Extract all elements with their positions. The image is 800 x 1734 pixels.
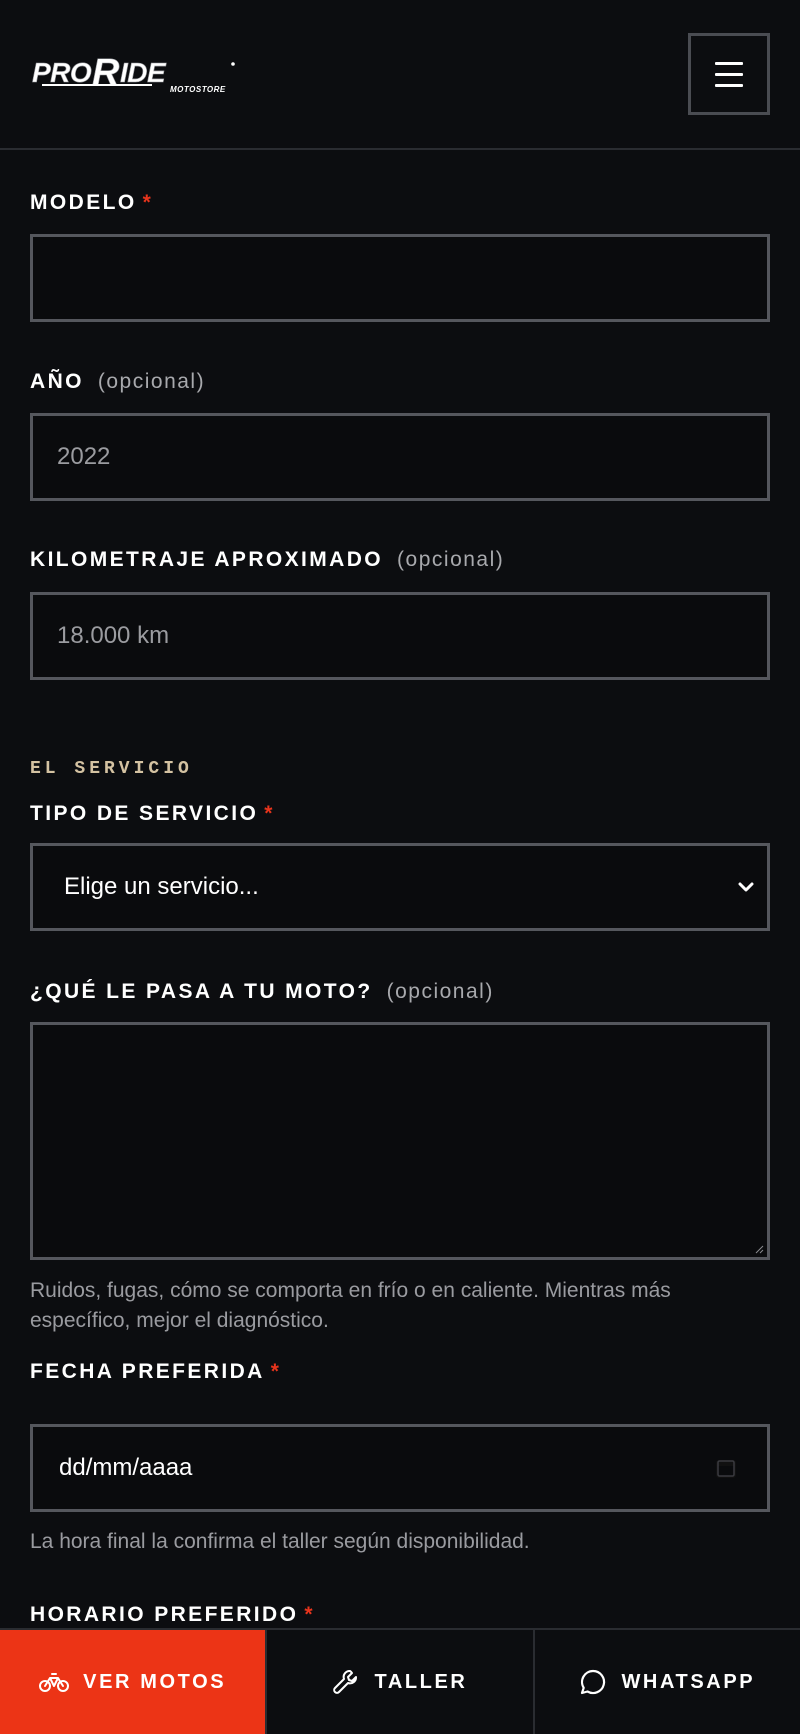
chat-bubble-icon bbox=[581, 1669, 606, 1695]
chevron-down-icon bbox=[738, 882, 754, 892]
tab-taller[interactable]: TALLER bbox=[267, 1630, 535, 1734]
tipo-servicio-selected: Elige un servicio... bbox=[64, 873, 259, 900]
wrench-icon bbox=[333, 1670, 358, 1694]
tipo-servicio-label: TIPO DE SERVICIO * bbox=[30, 802, 275, 825]
site-header: PRO R IDE MOTOSTORE bbox=[0, 0, 800, 150]
svg-text:R: R bbox=[92, 54, 120, 94]
hamburger-menu-button[interactable] bbox=[688, 33, 770, 115]
calendar-icon[interactable] bbox=[715, 1457, 737, 1479]
svg-text:MOTOSTORE: MOTOSTORE bbox=[170, 85, 226, 94]
hamburger-icon bbox=[715, 61, 743, 87]
que-pasa-label: ¿QUÉ LE PASA A TU MOTO? (opcional) bbox=[30, 980, 494, 1003]
fecha-value: dd/mm/aaaa bbox=[59, 1454, 193, 1481]
tab-ver-motos[interactable]: VER MOTOS bbox=[0, 1630, 268, 1734]
tab-ver-motos-label: VER MOTOS bbox=[83, 1670, 227, 1693]
bicycle-icon bbox=[39, 1673, 70, 1692]
svg-text:IDE: IDE bbox=[120, 57, 167, 88]
tab-taller-label: TALLER bbox=[374, 1670, 468, 1693]
section-heading-servicio: EL SERVICIO bbox=[30, 759, 193, 779]
modelo-label: MODELO * bbox=[30, 191, 154, 214]
horario-label: HORARIO PREFERIDO * bbox=[30, 1603, 315, 1626]
kilometraje-label: KILOMETRAJE APROXIMADO (opcional) bbox=[30, 548, 505, 571]
anio-placeholder: 2022 bbox=[57, 443, 111, 470]
fecha-input[interactable]: dd/mm/aaaa bbox=[30, 1424, 770, 1512]
que-pasa-help-text: Ruidos, fugas, cómo se comporta en frío … bbox=[30, 1279, 671, 1332]
kilometraje-input[interactable]: 18.000 km bbox=[30, 592, 770, 680]
que-pasa-textarea[interactable] bbox=[30, 1022, 770, 1260]
proride-logo-image: PRO R IDE MOTOSTORE bbox=[32, 54, 235, 94]
anio-label: AÑO (opcional) bbox=[30, 370, 206, 393]
tipo-servicio-select[interactable]: Elige un servicio... bbox=[30, 843, 770, 931]
proride-logo[interactable]: PRO R IDE MOTOSTORE bbox=[32, 44, 240, 104]
resize-handle-icon[interactable] bbox=[754, 1244, 764, 1254]
fecha-help-text: La hora final la confirma el taller segú… bbox=[30, 1530, 530, 1553]
kilometraje-placeholder: 18.000 km bbox=[57, 622, 170, 649]
modelo-input[interactable] bbox=[30, 234, 770, 322]
bottom-nav: VER MOTOS TALLER WHATSAPP bbox=[0, 1628, 800, 1734]
fecha-label: FECHA PREFERIDA * bbox=[30, 1360, 282, 1383]
tab-whatsapp-label: WHATSAPP bbox=[621, 1670, 756, 1693]
tab-whatsapp[interactable]: WHATSAPP bbox=[535, 1630, 800, 1734]
anio-input[interactable]: 2022 bbox=[30, 413, 770, 501]
svg-text:PRO: PRO bbox=[32, 57, 92, 88]
